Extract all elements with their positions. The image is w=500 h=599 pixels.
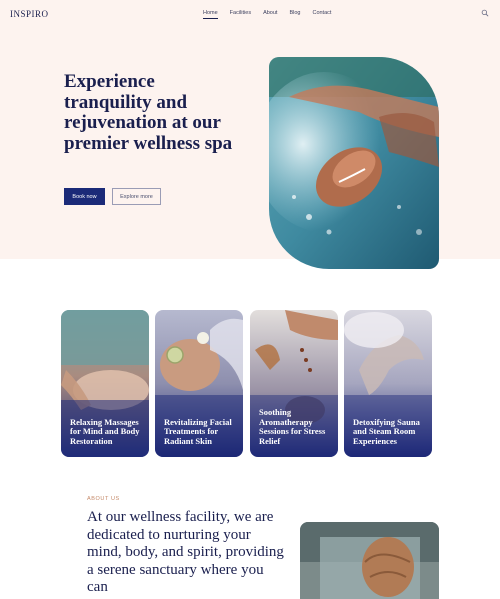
service-card-massage[interactable]: Relaxing Massages for Mind and Body Rest… bbox=[61, 310, 149, 457]
service-card-facial[interactable]: Revitalizing Facial Treatments for Radia… bbox=[155, 310, 243, 457]
search-icon[interactable] bbox=[481, 9, 489, 17]
card-title: Detoxifying Sauna and Steam Room Experie… bbox=[353, 416, 420, 447]
hero-spa-image bbox=[269, 57, 439, 269]
card-title: Revitalizing Facial Treatments for Radia… bbox=[164, 416, 232, 447]
card-title: Soothing Aromatherapy Sessions for Stres… bbox=[259, 406, 326, 447]
main-nav: Home Facilities About Blog Contact bbox=[203, 10, 343, 19]
service-card-sauna[interactable]: Detoxifying Sauna and Steam Room Experie… bbox=[344, 310, 432, 457]
explore-more-button[interactable]: Explore more bbox=[112, 188, 161, 205]
hero-title: Experience tranquility and rejuvenation … bbox=[64, 71, 233, 154]
nav-home[interactable]: Home bbox=[203, 10, 218, 19]
book-now-button[interactable]: Book now bbox=[64, 188, 105, 205]
nav-facilities[interactable]: Facilities bbox=[230, 10, 251, 19]
service-card-aromatherapy[interactable]: Soothing Aromatherapy Sessions for Stres… bbox=[250, 310, 338, 457]
logo[interactable]: INSPIRO bbox=[10, 9, 49, 19]
nav-about[interactable]: About bbox=[263, 10, 277, 19]
nav-contact[interactable]: Contact bbox=[312, 10, 331, 19]
card-title: Relaxing Massages for Mind and Body Rest… bbox=[70, 416, 140, 447]
about-text: At our wellness facility, we are dedicat… bbox=[87, 509, 284, 595]
about-pool-image bbox=[300, 522, 439, 599]
nav-blog[interactable]: Blog bbox=[289, 10, 300, 19]
about-eyebrow: ABOUT US bbox=[87, 496, 120, 502]
